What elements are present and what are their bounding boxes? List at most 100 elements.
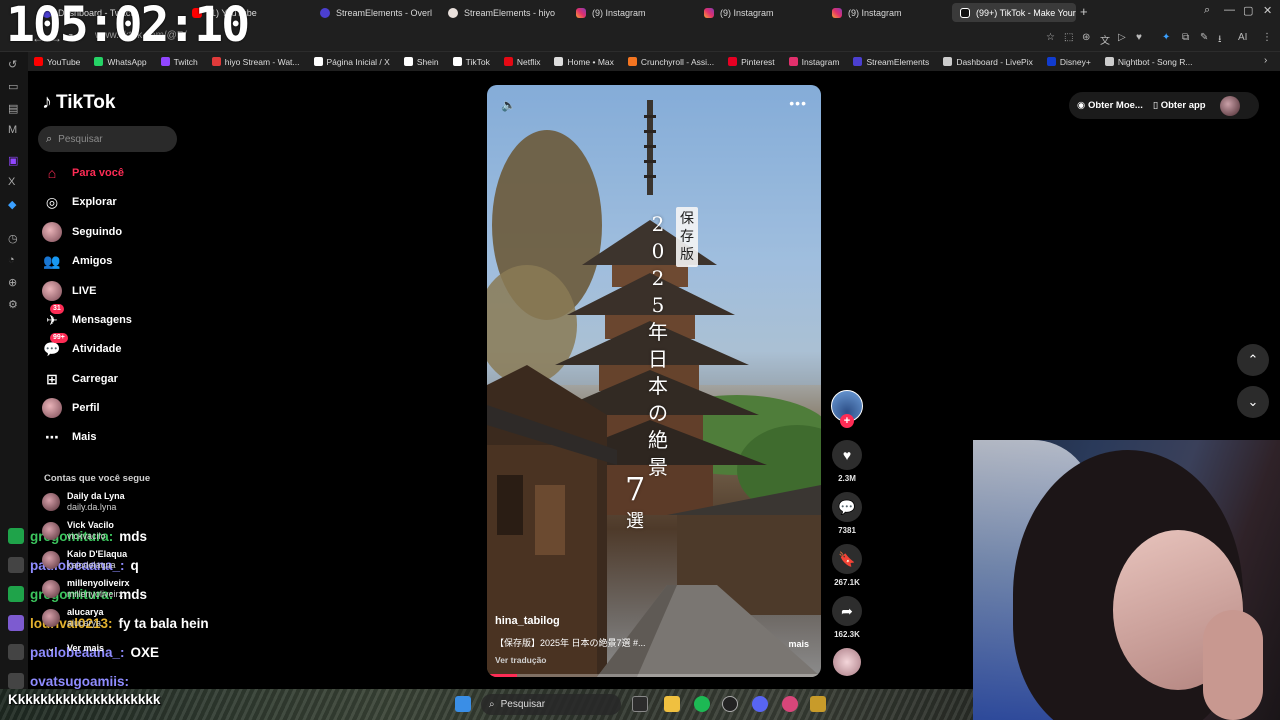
bookmark-star-icon[interactable]: ☆ [1046,32,1055,43]
tab-instagram-1[interactable]: (9) Instagram [568,3,688,22]
nav-item-messages[interactable]: ✈ 31 Mensagens [42,304,132,330]
obs-icon[interactable] [722,696,738,712]
extensions-icon[interactable]: ⊕ [8,276,17,289]
bookmark-item[interactable]: Pinterest [728,57,775,67]
history-icon[interactable]: ↺ [8,58,17,71]
bookmark-icon[interactable]: 🔖 [832,544,862,574]
nav-item-following[interactable]: Seguindo [42,222,122,242]
following-account[interactable]: Daily da Lyna daily.da.lyna [42,491,125,513]
bookmark-item[interactable]: Disney+ [1046,57,1091,67]
edit-icon[interactable]: ✎ [1200,32,1208,43]
video-progress-bar[interactable] [487,674,821,677]
download-icon[interactable]: ⭳ [1218,32,1222,49]
close-icon[interactable]: ✕ [1263,4,1272,17]
bookmark-item[interactable]: Dashboard - LivePix [943,57,1033,67]
next-video-button[interactable]: ⌄ [1237,386,1269,418]
timer-icon[interactable]: ◔ [8,254,15,266]
tiktok-logo[interactable]: ♪ TikTok [42,91,115,114]
bookmark-item[interactable]: StreamElements [853,57,929,67]
caption-more-button[interactable]: mais [788,639,809,649]
volume-icon[interactable]: 🔈 [501,98,516,112]
tab-streamelements-overlay[interactable]: StreamElements - Overlay [312,3,432,22]
notes-icon[interactable]: ▤ [8,102,18,115]
tab-instagram-2[interactable]: (9) Instagram [696,3,816,22]
tab-instagram-3[interactable]: (9) Instagram [824,3,944,22]
screenshot-icon[interactable]: ⬚ [1064,32,1073,43]
follow-plus-icon[interactable]: + [840,414,854,428]
bookmark-item[interactable]: TikTok [452,57,490,67]
previous-video-button[interactable]: ⌃ [1237,344,1269,376]
app-side-icon[interactable]: ◆ [8,198,16,211]
heart-icon[interactable]: ♥ [832,440,862,470]
following-account[interactable]: Kaio D'Elaqua kaiodelaqua [42,549,127,571]
profile-avatar[interactable] [1219,95,1240,116]
see-translation-link[interactable]: Ver tradução [495,655,547,665]
nav-item-more[interactable]: ⋯ Mais [42,427,96,447]
bookmark-item[interactable]: hiyo Stream - Wat... [211,57,300,67]
task-view-icon[interactable] [632,696,648,712]
get-coins-button[interactable]: ◉ Obter Moe... [1077,100,1143,111]
nav-item-profile[interactable]: Perfil [42,398,100,418]
comment-icon[interactable]: 💬 [832,492,862,522]
new-tab-icon[interactable]: + [1080,4,1088,19]
nav-item-home[interactable]: ⌂ Para você [42,163,124,183]
nav-item-compass[interactable]: ◎ Explorar [42,192,117,212]
translate-icon[interactable]: 文 [1100,32,1110,47]
ai-icon[interactable]: AI [1238,32,1247,43]
bookmark-item[interactable]: Home • Max [554,57,614,67]
wallet-icon[interactable]: ▭ [8,80,18,93]
x-side-icon[interactable]: X [8,176,15,188]
following-account[interactable]: millenyoliveirx millenyoliveirx [42,578,130,600]
windows-start-icon[interactable] [455,696,471,712]
settings-icon[interactable]: ⚙ [8,298,18,311]
spotify-icon[interactable] [694,696,710,712]
video-more-options-icon[interactable]: ••• [789,95,807,111]
heart-icon[interactable]: ♥ [1136,32,1142,43]
comment-action[interactable]: 💬 7381 [832,492,862,535]
twitch-side-icon[interactable]: ▣ [8,154,18,167]
bookmark-item[interactable]: Nightbot - Song R... [1104,57,1192,67]
bookmark-item[interactable]: WhatsApp [94,57,147,67]
nav-item-friends[interactable]: 👥 Amigos [42,251,112,271]
menu-dots-icon[interactable]: ⋮ [1262,32,1272,43]
browser-icon[interactable] [782,696,798,712]
bookmark-item[interactable]: Página Inicial / X [313,57,390,67]
see-more-accounts[interactable]: ⌄ Ver mais [42,643,104,654]
app-icon[interactable] [810,696,826,712]
sound-disc-avatar[interactable] [833,648,861,676]
play-icon[interactable]: ▷ [1118,32,1126,43]
search-box[interactable]: ⌕ [38,126,177,152]
get-app-button[interactable]: ▯ Obter app [1153,100,1206,111]
bookmark-item[interactable]: YouTube [34,57,80,67]
ext-blue-icon[interactable]: ✦ [1162,32,1170,43]
discord-icon[interactable] [752,696,768,712]
clock-icon[interactable]: ◷ [8,232,18,245]
save-action[interactable]: 🔖 267.1K [832,544,862,587]
bookmark-item[interactable]: Instagram [788,57,839,67]
video-player[interactable]: 🔈 ••• 2025年日本の絶景 保存版 7 選 hina_tabilog 【保… [487,85,821,677]
like-action[interactable]: ♥ 2.3M [832,440,862,483]
tab-tiktok[interactable]: (99+) TikTok - Make Your [952,3,1076,22]
share-icon[interactable]: ➦ [832,596,862,626]
nav-item-activity[interactable]: 💬 99+ Atividade [42,333,122,359]
bookmark-item[interactable]: Crunchyroll - Assi... [627,57,714,67]
following-account[interactable]: alucarya alucarya [42,607,104,629]
search-tabs-icon[interactable]: ⌕ [1204,4,1210,17]
following-account[interactable]: Vick Vacilo vickvacilo [42,520,114,542]
file-explorer-icon[interactable] [664,696,680,712]
share-action[interactable]: ➦ 162.3K [832,596,862,639]
tab-streamelements-hiyo[interactable]: StreamElements - hiyo [440,3,560,22]
extension-icon[interactable]: ⊛ [1082,32,1090,43]
puzzle-icon[interactable]: ⧉ [1182,32,1189,43]
maximize-icon[interactable]: ▢ [1243,4,1253,17]
search-input[interactable] [58,133,159,145]
mail-icon[interactable]: M [8,124,17,136]
bookmark-item[interactable]: Shein [403,57,439,67]
bookmark-item[interactable]: Twitch [160,57,198,67]
nav-item-live[interactable]: LIVE [42,281,96,301]
bookmarks-overflow-icon[interactable]: › [1264,55,1272,66]
taskbar-search[interactable]: ⌕ Pesquisar [481,694,621,715]
nav-item-upload[interactable]: ⊞ Carregar [42,369,118,389]
minimize-icon[interactable]: — [1224,4,1235,16]
bookmark-item[interactable]: Netflix [503,57,540,67]
